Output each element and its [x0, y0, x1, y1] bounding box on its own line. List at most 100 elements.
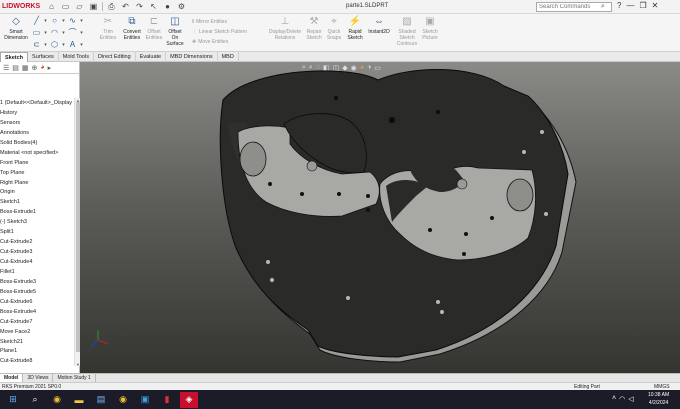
circle-icon[interactable]: ○: [50, 16, 59, 25]
feature-tree-item[interactable]: Cut-Extrude3: [0, 247, 74, 257]
feature-tree-item[interactable]: Boss-Extrude3: [0, 277, 74, 287]
dropdown-icon[interactable]: ▾: [59, 28, 68, 37]
feature-tree-item[interactable]: Solid Bodies(4): [0, 138, 74, 148]
undo-icon[interactable]: ↶: [120, 2, 131, 12]
feature-tree-item[interactable]: Cut-Extrude6: [0, 297, 74, 307]
open-folder-icon[interactable]: ▱: [74, 2, 85, 12]
print-icon[interactable]: ⎙: [106, 2, 117, 12]
pdf-icon[interactable]: ▮: [158, 392, 176, 408]
feature-tree-item[interactable]: Cut-Extrude8: [0, 356, 74, 366]
tab-mbd[interactable]: MBD: [218, 52, 239, 62]
part-model[interactable]: [80, 62, 680, 373]
new-file-icon[interactable]: ▭: [60, 2, 71, 12]
tab-model[interactable]: Model: [0, 374, 24, 382]
dropdown-icon[interactable]: ▾: [77, 16, 86, 25]
store-icon[interactable]: ▤: [92, 392, 110, 408]
line-icon[interactable]: ╱: [32, 16, 41, 25]
rebuild-icon[interactable]: ●: [162, 2, 173, 12]
feature-tree-item[interactable]: Cut-Extrude2: [0, 237, 74, 247]
minimize-button[interactable]: —: [626, 1, 634, 10]
feature-tree-item[interactable]: History: [0, 108, 74, 118]
feature-tree-item[interactable]: 1 (Default<<Default>_Display: [0, 98, 74, 108]
feature-tree-item[interactable]: Right Plane: [0, 178, 74, 188]
feature-tree-item[interactable]: Cut-Extrude7: [0, 317, 74, 327]
tab-motion-study[interactable]: Motion Study 1: [53, 374, 96, 382]
offset-entities-button[interactable]: ⊏ Offset Entities: [143, 16, 165, 42]
chevron-up-icon[interactable]: ˄: [612, 395, 616, 403]
rapid-sketch-button[interactable]: ⚡ Rapid Sketch: [345, 16, 365, 42]
feature-tree-item[interactable]: Top Plane: [0, 168, 74, 178]
feature-tree-item[interactable]: Fillet1: [0, 267, 74, 277]
feature-tree-item[interactable]: (-) Sketch3: [0, 217, 74, 227]
feature-tree-item[interactable]: Sensors: [0, 118, 74, 128]
feature-tree-item[interactable]: Split1: [0, 227, 74, 237]
feature-tree-item[interactable]: Material <not specified>: [0, 148, 74, 158]
text-icon[interactable]: A: [68, 40, 77, 49]
property-manager-icon[interactable]: ▤: [12, 64, 19, 72]
help-icon[interactable]: ?: [617, 1, 621, 10]
trim-entities-button[interactable]: ✂ Trim Entities: [96, 16, 120, 42]
feature-tree-icon[interactable]: ☰: [3, 64, 9, 72]
polygon-icon[interactable]: ⬡: [50, 40, 59, 49]
convert-entities-button[interactable]: ⧉ Convert Entities: [120, 16, 144, 42]
start-icon[interactable]: ⊞: [4, 392, 22, 408]
feature-tree-item[interactable]: Sketch1: [0, 197, 74, 207]
repair-sketch-button[interactable]: ⚒ Repair Sketch: [304, 16, 324, 42]
tab-direct-editing[interactable]: Direct Editing: [94, 52, 136, 62]
save-icon[interactable]: ▣: [88, 2, 99, 12]
dropdown-icon[interactable]: ▾: [41, 40, 50, 49]
feature-tree-item[interactable]: Sketch21: [0, 337, 74, 347]
dimxpert-icon[interactable]: ⊕: [32, 64, 38, 72]
chrome-icon[interactable]: ◉: [114, 392, 132, 408]
dropdown-icon[interactable]: ▾: [59, 40, 68, 49]
app-logo[interactable]: LIDWORKS: [0, 3, 46, 10]
feature-tree-item[interactable]: Origin: [0, 187, 74, 197]
dropdown-icon[interactable]: ▾: [59, 16, 68, 25]
display-delete-relations-button[interactable]: ⊥ Display/Delete Relations: [266, 16, 304, 42]
more-icon[interactable]: ▸: [48, 64, 52, 72]
configuration-manager-icon[interactable]: ▦: [22, 64, 29, 72]
dropdown-icon[interactable]: ▾: [77, 28, 86, 37]
feature-filter[interactable]: [0, 74, 79, 84]
feature-tree-item[interactable]: Annotations: [0, 128, 74, 138]
feature-tree-item[interactable]: Front Plane: [0, 158, 74, 168]
redo-icon[interactable]: ↷: [134, 2, 145, 12]
tab-evaluate[interactable]: Evaluate: [136, 52, 167, 62]
solidworks-icon[interactable]: ◈: [180, 391, 198, 408]
feature-tree-item[interactable]: Boss-Extrude4: [0, 307, 74, 317]
wifi-icon[interactable]: ◠: [619, 395, 625, 403]
offset-on-surface-button[interactable]: ◫ Offset On Surface: [165, 16, 185, 48]
home-icon[interactable]: ⌂: [46, 2, 57, 12]
options-icon[interactable]: ⚙: [176, 2, 187, 12]
feature-tree-item[interactable]: Cut-Extrude4: [0, 257, 74, 267]
tab-3d-views[interactable]: 3D Views: [23, 374, 54, 382]
restore-button[interactable]: ❐: [639, 1, 646, 10]
dropdown-icon[interactable]: ▾: [77, 40, 86, 49]
search-icon[interactable]: ⌕: [601, 3, 605, 11]
move-entities-button[interactable]: ✥ Move Entities: [192, 37, 247, 47]
linear-pattern-button[interactable]: ⋮ Linear Sketch Pattern: [192, 27, 247, 37]
tab-mbd-dimensions[interactable]: MBD Dimensions: [166, 52, 218, 62]
search-icon[interactable]: ⌕: [26, 392, 44, 408]
select-arrow-icon[interactable]: ↖: [148, 2, 159, 12]
dropdown-icon[interactable]: ▾: [41, 28, 50, 37]
instant2d-button[interactable]: ⇔ Instant2D: [366, 16, 392, 36]
feature-tree-item[interactable]: Plane1: [0, 346, 74, 356]
dropdown-icon[interactable]: ▾: [41, 16, 50, 25]
quick-snaps-button[interactable]: ⌖ Quick Snaps: [324, 16, 344, 42]
close-button[interactable]: ✕: [652, 1, 659, 10]
folder-icon[interactable]: ▬: [70, 392, 88, 408]
app-icon[interactable]: ▣: [136, 392, 154, 408]
smart-dimension-button[interactable]: ◇ Smart Dimension: [2, 16, 30, 42]
feature-tree-item[interactable]: Boss-Extrude5: [0, 287, 74, 297]
display-manager-icon[interactable]: ◕: [40, 64, 44, 71]
mirror-entities-button[interactable]: ⫴ Mirror Entities: [192, 17, 247, 27]
tab-sketch[interactable]: Sketch: [0, 52, 29, 62]
search-commands-box[interactable]: ⌕: [536, 2, 612, 12]
shaded-sketch-contours-button[interactable]: ▨ Shaded Sketch Contours: [394, 16, 420, 48]
feature-tree-item[interactable]: Move Face2: [0, 327, 74, 337]
slot-icon[interactable]: ⊂: [32, 40, 41, 49]
graphics-viewport[interactable]: ⌕ ⌕ ◌ ◧ ◫ ◆ ◉ ◕ ◑ ▭: [80, 62, 680, 373]
fillet-icon[interactable]: ⌒: [68, 28, 77, 37]
sketch-picture-button[interactable]: ▣ Sketch Picture: [420, 16, 440, 42]
